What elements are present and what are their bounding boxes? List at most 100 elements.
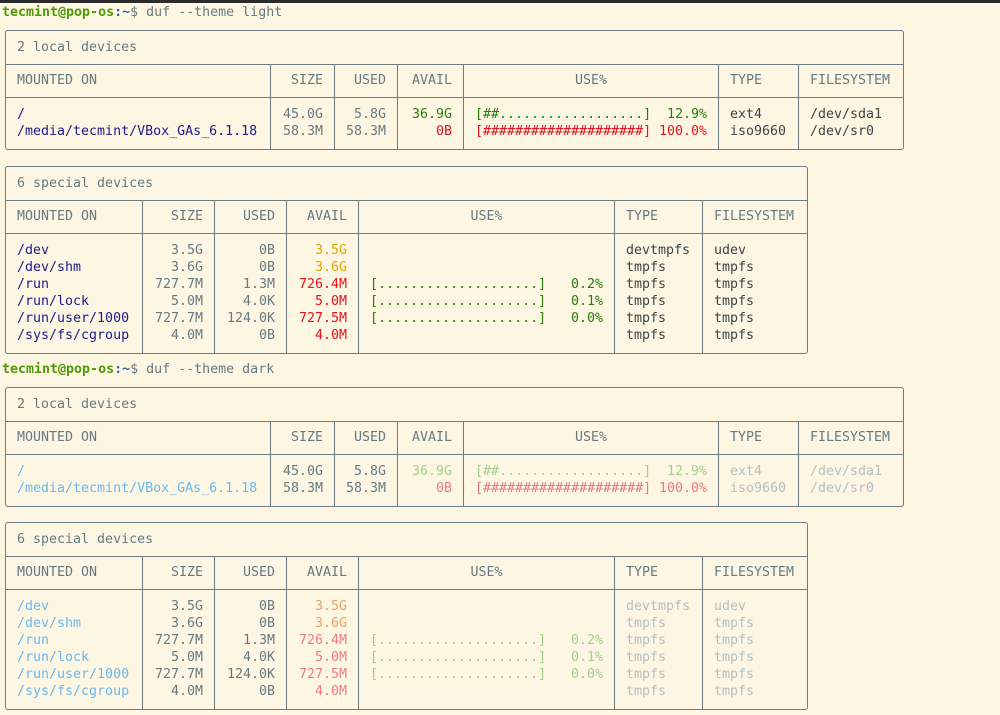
- used-value: 4.0K: [242, 650, 275, 665]
- mount-point[interactable]: /run/user/1000: [17, 666, 131, 683]
- column-header-fs[interactable]: FILESYSTEM: [798, 422, 903, 454]
- fs-value: /dev/sda1: [810, 107, 883, 122]
- size-value: 45.0G: [282, 464, 323, 479]
- mount-point[interactable]: /: [17, 106, 259, 123]
- used-value: 0B: [258, 328, 275, 343]
- usage-percent: 12.9%: [666, 107, 707, 122]
- mount-point[interactable]: /media/tecmint/VBox_GAs_6.1.18: [17, 123, 259, 140]
- mount-point[interactable]: /run/user/1000: [17, 310, 131, 327]
- used-value: 4.0K: [242, 294, 275, 309]
- column-size: 45.0G 58.3M: [270, 98, 334, 149]
- column-header-use[interactable]: USE%: [358, 557, 614, 589]
- prompt-path: :~: [114, 362, 131, 377]
- avail-value: 4.0M: [314, 328, 347, 343]
- column-header-mount[interactable]: MOUNTED ON: [6, 201, 142, 233]
- column-header-size[interactable]: SIZE: [270, 422, 334, 454]
- column-header-avail[interactable]: AVAIL: [286, 201, 358, 233]
- used-value: 0B: [258, 243, 275, 258]
- column-header-avail[interactable]: AVAIL: [397, 422, 463, 454]
- column-mount: //media/tecmint/VBox_GAs_6.1.18: [6, 98, 270, 149]
- column-header-size[interactable]: SIZE: [270, 65, 334, 97]
- mount-point[interactable]: /sys/fs/cgroup: [17, 327, 131, 344]
- size-value: 3.6G: [170, 260, 203, 275]
- mount-point[interactable]: /run/lock: [17, 649, 131, 666]
- avail-value: 3.6G: [314, 260, 347, 275]
- column-header-mount[interactable]: MOUNTED ON: [6, 65, 270, 97]
- column-header-type[interactable]: TYPE: [614, 201, 702, 233]
- column-type: ext4 iso9660: [718, 455, 798, 506]
- mount-point[interactable]: /: [17, 463, 259, 480]
- column-header-use[interactable]: USE%: [463, 422, 718, 454]
- usage-cell: [370, 242, 603, 259]
- type-value: ext4: [730, 107, 763, 122]
- used-value: 0B: [258, 599, 275, 614]
- column-header-type[interactable]: TYPE: [614, 557, 702, 589]
- column-header-avail[interactable]: AVAIL: [397, 65, 463, 97]
- column-header-fs[interactable]: FILESYSTEM: [798, 65, 903, 97]
- usage-bar: [##..................]: [475, 464, 652, 479]
- column-size: 45.0G 58.3M: [270, 455, 334, 506]
- column-header-size[interactable]: SIZE: [142, 201, 214, 233]
- used-value: 1.3M: [242, 633, 275, 648]
- column-fs: udev tmpfs tmpfs tmpfs tmpfs tmpfs: [702, 234, 807, 353]
- column-header-type[interactable]: TYPE: [718, 422, 798, 454]
- usage-cell: [....................] 0.1%: [370, 649, 603, 666]
- column-header-fs[interactable]: FILESYSTEM: [702, 201, 807, 233]
- column-header-use[interactable]: USE%: [463, 65, 718, 97]
- size-value: 727.7M: [154, 277, 203, 292]
- mount-point[interactable]: /dev/shm: [17, 615, 131, 632]
- column-header-mount[interactable]: MOUNTED ON: [6, 422, 270, 454]
- column-header-used[interactable]: USED: [334, 422, 397, 454]
- column-header-mount[interactable]: MOUNTED ON: [6, 557, 142, 589]
- special-devices-table-light: 6 special devices MOUNTED ON SIZE USED AVAIL…: [5, 166, 808, 354]
- table-title: 2 local devices: [6, 388, 903, 422]
- mount-point[interactable]: /dev: [17, 242, 131, 259]
- column-use: [##..................] 12.9% [############…: [463, 455, 718, 506]
- avail-value: 36.9G: [411, 464, 452, 479]
- column-header-fs[interactable]: FILESYSTEM: [702, 557, 807, 589]
- type-value: tmpfs: [626, 294, 667, 309]
- mount-point[interactable]: /run: [17, 632, 131, 649]
- mount-point[interactable]: /media/tecmint/VBox_GAs_6.1.18: [17, 480, 259, 497]
- mount-point[interactable]: /dev/shm: [17, 259, 131, 276]
- used-value: 0B: [258, 616, 275, 631]
- local-devices-table-light: 2 local devices MOUNTED ON SIZE USED AVAIL US…: [5, 30, 904, 150]
- column-header-used[interactable]: USED: [214, 557, 286, 589]
- prompt-user-host: tecmint@pop-os: [2, 362, 115, 377]
- column-header-avail[interactable]: AVAIL: [286, 557, 358, 589]
- avail-value: 0B: [435, 124, 452, 139]
- column-size: 3.5G 3.6G 727.7M 5.0M 727.7M 4.0M: [142, 234, 214, 353]
- avail-value: 727.5M: [298, 311, 347, 326]
- used-value: 124.0K: [226, 667, 275, 682]
- column-avail: 3.5G 3.6G 726.4M 5.0M 727.5M 4.0M: [286, 234, 358, 353]
- avail-value: 36.9G: [411, 107, 452, 122]
- column-header-use[interactable]: USE%: [358, 201, 614, 233]
- mount-point[interactable]: /run/lock: [17, 293, 131, 310]
- column-header-used[interactable]: USED: [334, 65, 397, 97]
- usage-cell: [....................] 0.0%: [370, 666, 603, 683]
- column-used: 0B 0B 1.3M 4.0K 124.0K 0B: [214, 234, 286, 353]
- mount-point[interactable]: /sys/fs/cgroup: [17, 683, 131, 700]
- used-value: 5.8G: [353, 464, 386, 479]
- fs-value: udev: [714, 243, 747, 258]
- mount-point[interactable]: /run: [17, 276, 131, 293]
- fs-value: /dev/sr0: [810, 481, 875, 496]
- table-header-row: MOUNTED ON SIZE USED AVAIL USE% TYPE FILESYSTE…: [6, 201, 807, 234]
- table-body: //media/tecmint/VBox_GAs_6.1.18 45.0G 58.3…: [6, 455, 903, 506]
- column-header-used[interactable]: USED: [214, 201, 286, 233]
- type-value: tmpfs: [626, 650, 667, 665]
- fs-value: tmpfs: [714, 650, 755, 665]
- usage-bar: [....................]: [370, 667, 547, 682]
- table-body: //media/tecmint/VBox_GAs_6.1.18 45.0G 58.3…: [6, 98, 903, 149]
- size-value: 4.0M: [170, 684, 203, 699]
- used-value: 124.0K: [226, 311, 275, 326]
- fs-value: tmpfs: [714, 616, 755, 631]
- column-header-size[interactable]: SIZE: [142, 557, 214, 589]
- fs-value: tmpfs: [714, 311, 755, 326]
- column-header-type[interactable]: TYPE: [718, 65, 798, 97]
- type-value: tmpfs: [626, 277, 667, 292]
- column-fs: udev tmpfs tmpfs tmpfs tmpfs tmpfs: [702, 590, 807, 709]
- fs-value: tmpfs: [714, 667, 755, 682]
- mount-point[interactable]: /dev: [17, 598, 131, 615]
- column-avail: 3.5G 3.6G 726.4M 5.0M 727.5M 4.0M: [286, 590, 358, 709]
